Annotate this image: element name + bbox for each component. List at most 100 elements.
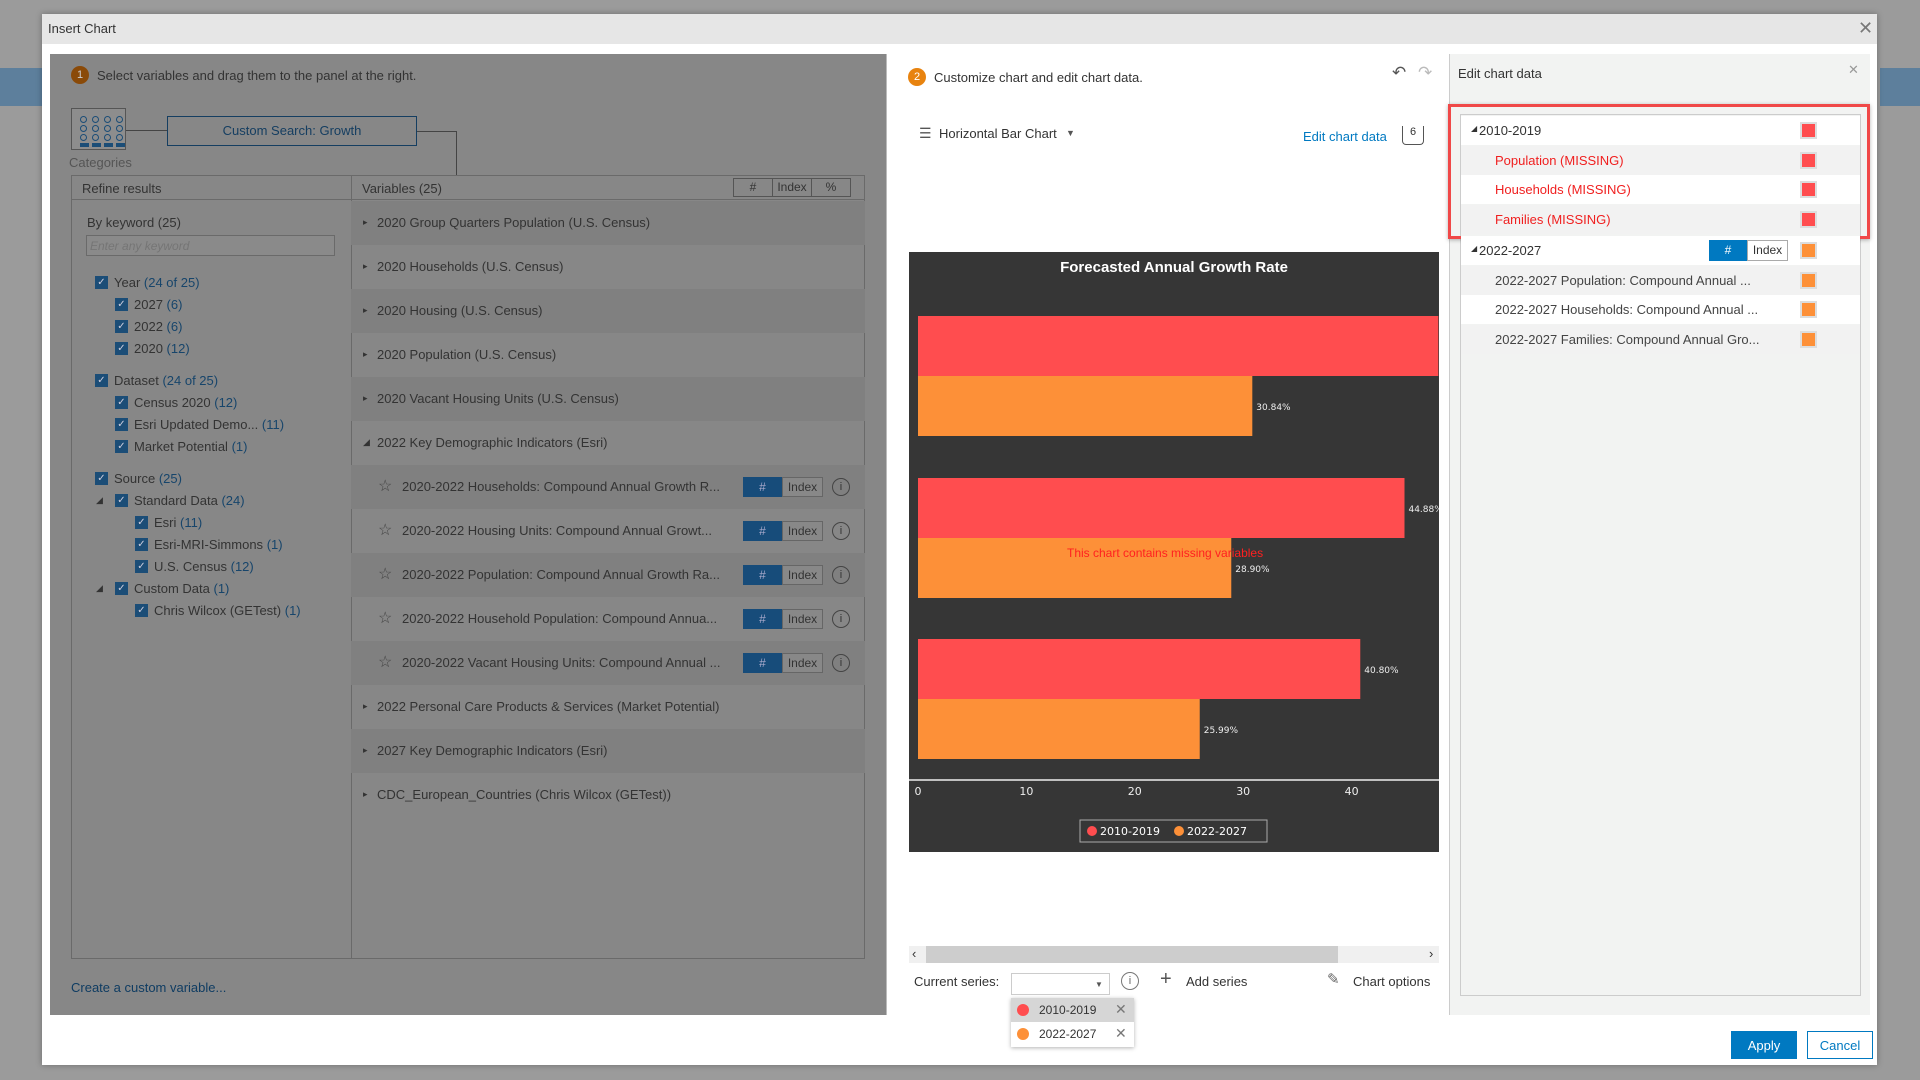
categories-grid-icon[interactable] [71,108,126,150]
variable-group-row[interactable]: ▸ 2020 Households (U.S. Census) [351,245,865,289]
collapsed-triangle-icon[interactable]: ▸ [363,789,368,800]
index-toggle-button[interactable]: Index [782,477,823,497]
number-toggle-button[interactable]: # [743,477,782,497]
collapsed-triangle-icon[interactable]: ▸ [363,393,368,404]
filter-checkbox[interactable]: ✓ [115,298,128,311]
cancel-button[interactable]: Cancel [1807,1031,1873,1059]
item-color-swatch[interactable] [1800,151,1817,169]
remove-series-icon[interactable]: ✕ [1115,1025,1127,1042]
add-series-button[interactable]: Add series [1186,974,1247,989]
collapsed-triangle-icon[interactable]: ▸ [363,701,368,712]
info-icon[interactable]: i [1121,972,1139,990]
filter-item[interactable]: Year (24 of 25) [114,275,200,290]
filter-checkbox[interactable]: ✓ [115,320,128,333]
info-icon[interactable]: i [832,478,850,496]
expanded-triangle-icon[interactable]: ◢ [96,583,103,594]
variable-row[interactable]: ☆ 2020-2022 Population: Compound Annual G… [351,553,865,597]
filter-checkbox[interactable]: ✓ [115,396,128,409]
expanded-triangle-icon[interactable]: ◢ [96,495,103,506]
remove-series-icon[interactable]: ✕ [1115,1001,1127,1018]
info-icon[interactable]: i [832,566,850,584]
display-index-button[interactable]: Index [772,178,812,197]
variable-row[interactable]: ☆ 2020-2022 Households: Compound Annual G… [351,465,865,509]
plus-icon[interactable]: + [1160,968,1172,991]
filter-item[interactable]: Census 2020 (12) [134,395,237,410]
filter-item[interactable]: 2022 (6) [134,319,182,334]
current-series-select[interactable]: ▼ [1011,973,1110,995]
chart-data-item[interactable]: 2022-2027 Families: Compound Annual Gro.… [1461,324,1860,354]
star-icon[interactable]: ☆ [378,564,392,584]
variable-row[interactable]: ☆ 2020-2022 Housing Units: Compound Annua… [351,509,865,553]
info-icon[interactable]: i [832,654,850,672]
filter-checkbox[interactable]: ✓ [135,604,148,617]
collapsed-triangle-icon[interactable]: ▸ [363,745,368,756]
pencil-icon[interactable]: ✎ [1327,970,1340,988]
item-color-swatch[interactable] [1800,181,1817,198]
variable-group-row[interactable]: ◢ 2022 Key Demographic Indicators (Esri) [351,421,865,465]
filter-checkbox[interactable]: ✓ [135,538,148,551]
filter-item[interactable]: Dataset (24 of 25) [114,373,218,388]
expanded-triangle-icon[interactable]: ◢ [1471,244,1477,253]
scroll-right-icon[interactable]: › [1429,946,1433,961]
series-option[interactable]: 2010-2019 ✕ [1011,998,1134,1022]
filter-item[interactable]: 2027 (6) [134,297,182,312]
number-toggle-button[interactable]: # [743,521,782,541]
display-percent-button[interactable]: % [811,178,851,197]
index-toggle-button[interactable]: Index [1747,240,1788,261]
series-color-swatch[interactable] [1800,242,1817,259]
index-toggle-button[interactable]: Index [782,653,823,673]
filter-item[interactable]: 2020 (12) [134,341,190,356]
filter-checkbox[interactable]: ✓ [115,342,128,355]
close-panel-icon[interactable]: ✕ [1848,63,1859,76]
variable-group-row[interactable]: ▸ 2022 Personal Care Products & Services … [351,685,865,729]
filter-item[interactable]: Source (25) [114,471,182,486]
collapsed-triangle-icon[interactable]: ▸ [363,305,368,316]
star-icon[interactable]: ☆ [378,608,392,628]
expanded-triangle-icon[interactable]: ◢ [1471,124,1477,133]
filter-checkbox[interactable]: ✓ [115,582,128,595]
filter-item[interactable]: Esri (11) [154,515,202,530]
scroll-left-icon[interactable]: ‹ [912,946,916,961]
chart-data-item[interactable]: 2022-2027 Population: Compound Annual ..… [1461,265,1860,295]
series-option[interactable]: 2022-2027 ✕ [1011,1022,1134,1046]
filter-checkbox[interactable]: ✓ [115,494,128,507]
item-color-swatch[interactable] [1800,271,1817,289]
horizontal-scrollbar[interactable]: ‹ › [909,946,1439,963]
collapsed-triangle-icon[interactable]: ▸ [363,261,368,272]
chevron-down-icon[interactable]: ▼ [1066,128,1075,138]
chart-data-item[interactable]: Families (MISSING) [1461,204,1860,234]
chart-data-item[interactable]: Population (MISSING) [1461,145,1860,175]
filter-item[interactable]: Chris Wilcox (GETest) (1) [154,603,301,618]
create-custom-variable-link[interactable]: Create a custom variable... [71,980,226,995]
item-color-swatch[interactable] [1800,210,1817,228]
collapsed-triangle-icon[interactable]: ▸ [363,217,368,228]
index-toggle-button[interactable]: Index [782,609,823,629]
number-toggle-button[interactable]: # [743,565,782,585]
index-toggle-button[interactable]: Index [782,565,823,585]
variable-row[interactable]: ☆ 2020-2022 Vacant Housing Units: Compoun… [351,641,865,685]
filter-item[interactable]: Esri Updated Demo... (11) [134,417,284,432]
number-toggle-button[interactable]: # [743,653,782,673]
chart-type-dropdown[interactable]: Horizontal Bar Chart [939,126,1057,141]
filter-item[interactable]: Esri-MRI-Simmons (1) [154,537,283,552]
variable-group-row[interactable]: ▸ 2020 Population (U.S. Census) [351,333,865,377]
series-group-row[interactable]: ◢ 2010-2019 [1461,116,1860,145]
number-toggle-button[interactable]: # [743,609,782,629]
star-icon[interactable]: ☆ [378,652,392,672]
series-group-row[interactable]: ◢ 2022-2027 # Index [1461,236,1860,265]
keyword-search-input[interactable] [86,235,335,256]
data-basket-icon[interactable]: 6 [1402,126,1424,145]
collapsed-triangle-icon[interactable]: ▸ [363,349,368,360]
index-toggle-button[interactable]: Index [782,521,823,541]
variable-row[interactable]: ☆ 2020-2022 Household Population: Compoun… [351,597,865,641]
filter-checkbox[interactable]: ✓ [95,374,108,387]
edit-chart-data-link[interactable]: Edit chart data [1303,129,1387,144]
variable-group-row[interactable]: ▸ 2020 Group Quarters Population (U.S. Ce… [351,201,865,245]
filter-checkbox[interactable]: ✓ [115,418,128,431]
display-number-button[interactable]: # [733,178,773,197]
close-dialog-icon[interactable]: ✕ [1858,19,1873,37]
filter-checkbox[interactable]: ✓ [95,276,108,289]
info-icon[interactable]: i [832,610,850,628]
info-icon[interactable]: i [832,522,850,540]
scrollbar-thumb[interactable] [926,946,1338,963]
